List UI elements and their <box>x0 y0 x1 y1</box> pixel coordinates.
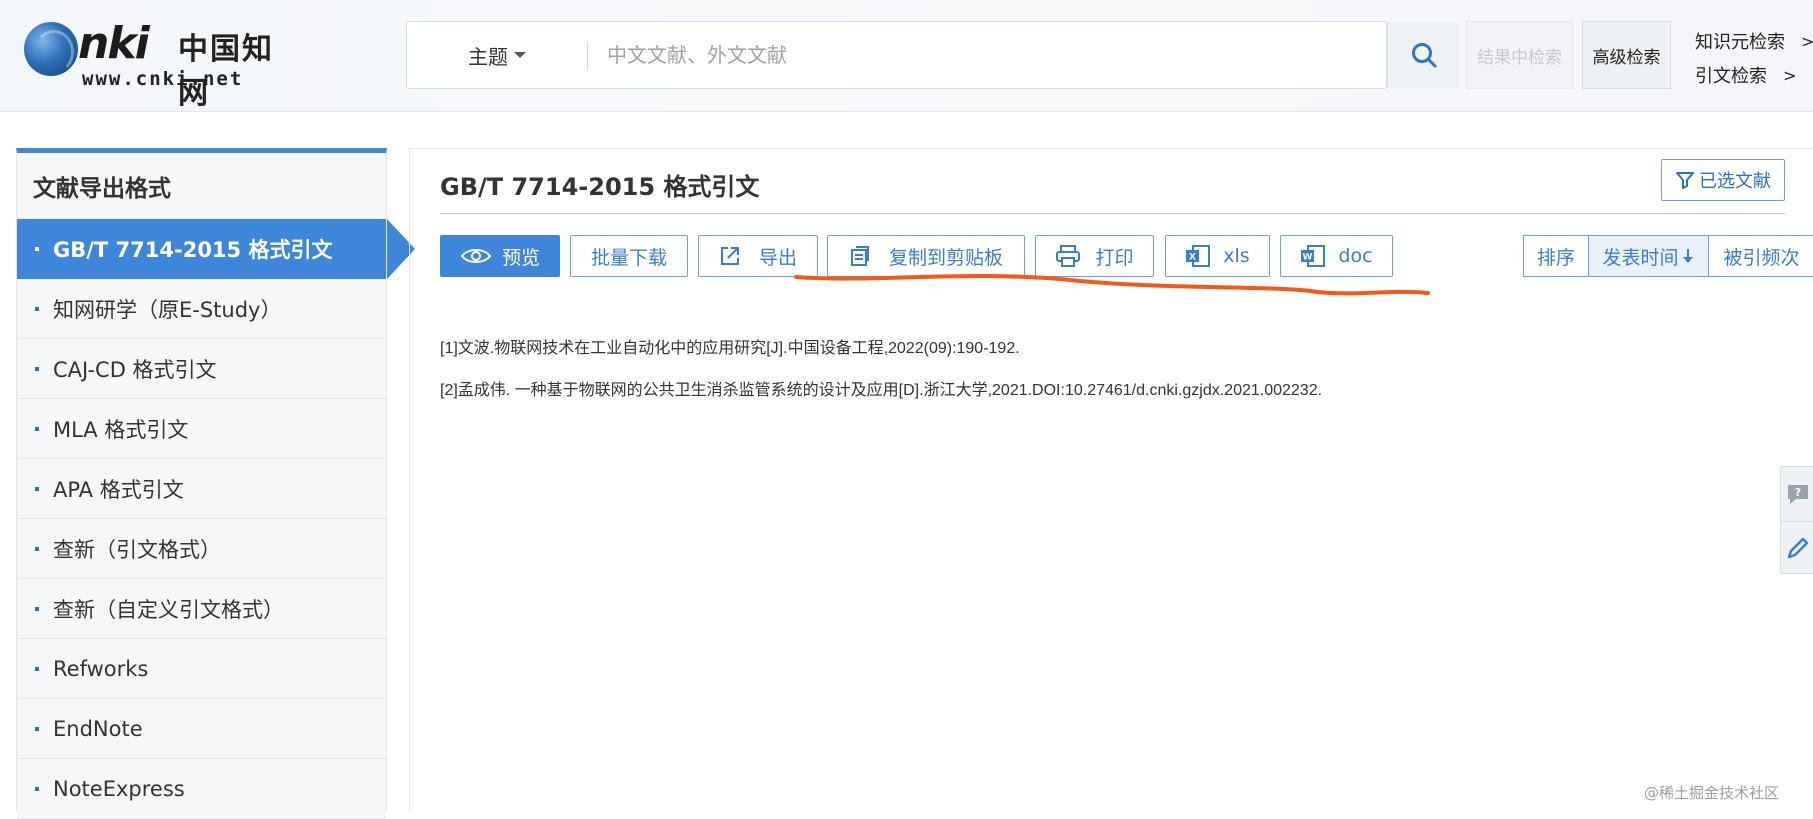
sidebar-item-label: CAJ-CD 格式引文 <box>53 357 217 382</box>
globe-icon <box>24 22 78 76</box>
xls-label: xls <box>1223 245 1250 267</box>
print-label: 打印 <box>1095 246 1134 269</box>
sidebar-item-label: MLA 格式引文 <box>53 417 189 442</box>
search-button[interactable] <box>1387 22 1459 88</box>
sidebar-item-endnote[interactable]: EndNote <box>17 699 386 759</box>
page-title: GB/T 7714-2015 格式引文 <box>440 173 760 201</box>
search-input[interactable] <box>607 34 1167 76</box>
batch-download-label: 批量下载 <box>590 246 667 269</box>
print-button[interactable]: 打印 <box>1035 235 1154 277</box>
sidebar-item-novelty-custom[interactable]: 查新（自定义引文格式） <box>17 579 386 639</box>
sidebar-item-gbt7714[interactable]: GB/T 7714-2015 格式引文 <box>17 219 415 279</box>
sort-publish-time-button[interactable]: 发表时间 <box>1589 235 1709 277</box>
bullet-icon <box>35 786 39 791</box>
knowledge-element-search-link[interactable]: 知识元检索 > <box>1695 24 1813 58</box>
export-label: 导出 <box>758 246 797 269</box>
sidebar-item-label: 查新（引文格式） <box>53 537 221 562</box>
search-field-label: 主题 <box>468 44 508 69</box>
citation-search-link[interactable]: 引文检索 > <box>1695 58 1813 92</box>
feedback-button[interactable]: ? <box>1781 467 1813 521</box>
floating-toolbar: ? <box>1780 466 1813 574</box>
arrow-down-icon <box>1682 249 1693 263</box>
sort-cited-count-button[interactable]: 被引频次 <box>1709 235 1813 277</box>
sidebar-item-novelty-citation[interactable]: 查新（引文格式） <box>17 519 386 579</box>
svg-text:?: ? <box>1795 486 1801 499</box>
sidebar-item-label: APA 格式引文 <box>53 477 184 502</box>
sort-label: 排序 <box>1523 235 1589 277</box>
search-icon <box>1411 43 1436 68</box>
excel-icon: X <box>1186 245 1211 267</box>
reference-item: [2]孟成伟. 一种基于物联网的公共卫生消杀监管系统的设计及应用[D].浙江大学… <box>440 382 1323 399</box>
search-field-select[interactable]: 主题 <box>407 22 587 88</box>
speech-bubble-icon: ? <box>1788 485 1808 504</box>
clipboard-icon <box>850 246 869 266</box>
main-panel: GB/T 7714-2015 格式引文 已选文献 预览 批量下载 导出 复制到剪… <box>409 148 1813 811</box>
bullet-icon <box>35 306 39 311</box>
bullet-icon <box>35 606 39 611</box>
sidebar-item-label: 查新（自定义引文格式） <box>53 597 284 622</box>
logo-url: www.cnki.net <box>82 68 244 90</box>
sort-publish-time-label: 发表时间 <box>1602 246 1679 269</box>
bullet-icon <box>35 666 39 671</box>
bullet-icon <box>35 726 39 731</box>
caret-down-icon <box>514 52 526 58</box>
chevron-right-icon: > <box>1801 31 1813 51</box>
sidebar-item-label: Refworks <box>53 656 149 681</box>
edit-button[interactable] <box>1781 521 1813 575</box>
external-link-icon <box>720 247 739 265</box>
sidebar-item-label: 知网研学（原E-Study） <box>53 297 282 322</box>
chevron-right-icon: > <box>1783 65 1797 85</box>
bullet-icon <box>35 486 39 491</box>
bullet-icon <box>35 546 39 551</box>
divider <box>587 42 588 70</box>
export-format-sidebar: 文献导出格式 GB/T 7714-2015 格式引文 知网研学（原E-Study… <box>16 148 415 819</box>
result-search-button[interactable]: 结果中检索 <box>1466 21 1573 89</box>
sidebar-item-label: EndNote <box>53 716 143 741</box>
preview-button[interactable]: 预览 <box>440 235 560 277</box>
sidebar-item-apa[interactable]: APA 格式引文 <box>17 459 386 519</box>
side-links: 知识元检索 > 引文检索 > <box>1695 24 1813 92</box>
sidebar-item-estudy[interactable]: 知网研学（原E-Study） <box>17 279 386 339</box>
sidebar-item-noteexpress[interactable]: NoteExpress <box>17 759 386 819</box>
advanced-search-button[interactable]: 高级检索 <box>1582 21 1671 89</box>
cnki-logo[interactable]: nki 中国知网 www.cnki.net <box>20 18 290 111</box>
sidebar-item-refworks[interactable]: Refworks <box>17 639 386 699</box>
logo-text: nki <box>78 18 150 69</box>
preview-label: 预览 <box>501 246 540 269</box>
copy-clipboard-label: 复制到剪贴板 <box>888 246 1003 269</box>
selected-docs-button[interactable]: 已选文献 <box>1661 159 1785 201</box>
search-box: 主题 <box>406 21 1459 89</box>
sidebar-item-cajcd[interactable]: CAJ-CD 格式引文 <box>17 339 386 399</box>
batch-download-button[interactable]: 批量下载 <box>570 235 688 277</box>
bullet-icon <box>35 366 39 371</box>
selected-docs-label: 已选文献 <box>1699 171 1771 192</box>
export-button[interactable]: 导出 <box>698 235 818 277</box>
eye-icon <box>460 249 492 263</box>
svg-text:X: X <box>1189 253 1196 263</box>
reference-item: [1]文波.物联网技术在工业自动化中的应用研究[J].中国设备工程,2022(0… <box>440 340 1020 357</box>
header: nki 中国知网 www.cnki.net 主题 结果中检索 高级检索 知识元检… <box>0 0 1813 112</box>
link-label: 知识元检索 <box>1695 32 1785 53</box>
bullet-icon <box>35 247 39 251</box>
svg-text:W: W <box>1303 253 1313 263</box>
sidebar-item-label: NoteExpress <box>53 776 185 801</box>
word-icon: W <box>1301 245 1326 267</box>
copy-clipboard-button[interactable]: 复制到剪贴板 <box>827 235 1025 277</box>
xls-export-button[interactable]: X xls <box>1165 235 1270 277</box>
sidebar-item-mla[interactable]: MLA 格式引文 <box>17 399 386 459</box>
link-label: 引文检索 <box>1695 66 1767 87</box>
sidebar-item-label: GB/T 7714-2015 格式引文 <box>53 238 333 262</box>
sidebar-title: 文献导出格式 <box>17 153 386 219</box>
bullet-icon <box>35 426 39 431</box>
printer-icon <box>1056 245 1081 267</box>
title-divider <box>440 213 1785 214</box>
pencil-icon <box>1787 537 1809 558</box>
reference-list: [1]文波.物联网技术在工业自动化中的应用研究[J].中国设备工程,2022(0… <box>440 337 1780 421</box>
doc-label: doc <box>1338 245 1373 267</box>
watermark: @稀土掘金技术社区 <box>1644 784 1780 802</box>
filter-icon <box>1676 172 1694 189</box>
doc-export-button[interactable]: W doc <box>1280 235 1393 277</box>
sort-group: 排序 发表时间 被引频次 <box>1523 235 1813 277</box>
